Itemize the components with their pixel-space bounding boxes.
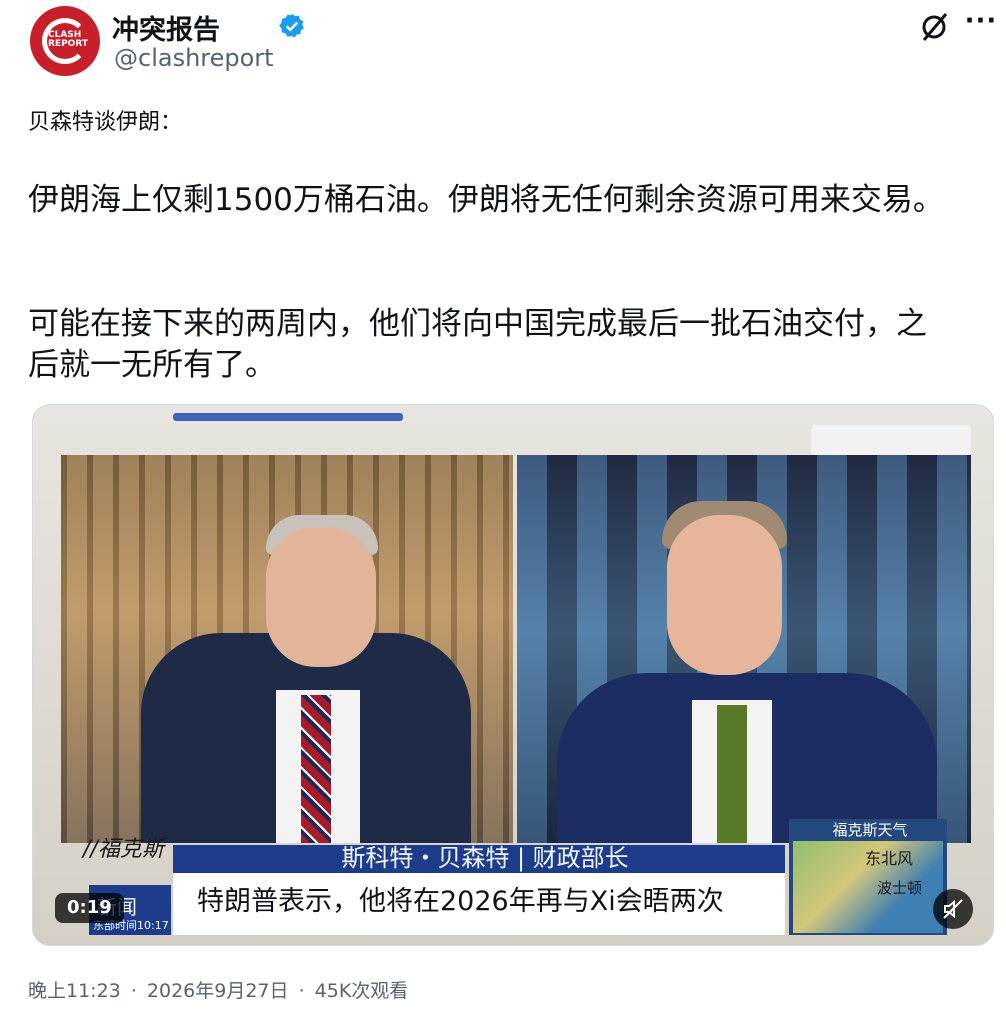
meta-separator: · xyxy=(298,980,305,1002)
verified-badge-icon xyxy=(279,13,304,38)
guest-head xyxy=(667,515,782,675)
weather-title: 福克斯天气 xyxy=(832,821,908,839)
lower-third-title: 斯科特・贝森特 | 财政部长 xyxy=(341,844,629,872)
video-caption: 特朗普表示，他将在2026年再与Xi会晤两次 xyxy=(197,886,724,917)
mute-button[interactable] xyxy=(933,889,973,929)
avatar[interactable]: CLASH REPORT xyxy=(30,6,100,76)
weather-wind: 东北风 xyxy=(865,849,914,868)
top-strip xyxy=(173,413,403,421)
host-head xyxy=(266,527,376,667)
post-date[interactable]: 2026年9月27日 xyxy=(147,980,289,1002)
weather-city: 波士顿 xyxy=(877,879,923,897)
post-paragraph-2: 可能在接下来的两周内，他们将向中国完成最后一批石油交付，之后就一无所有了。 xyxy=(28,306,927,383)
post-header: CLASH REPORT 冲突报告 @clashreport ··· xyxy=(30,6,1006,78)
meta-separator: · xyxy=(130,980,137,1002)
guest-tie xyxy=(717,705,747,843)
post-time[interactable]: 晚上11:23 xyxy=(28,980,121,1002)
post-intro: 贝森特谈伊朗： xyxy=(28,110,183,135)
video-player[interactable]: //福克斯 斯科特・贝森特 | 财政部长 特朗普表示，他将在2026年再与Xi会… xyxy=(32,404,994,946)
more-options-icon[interactable]: ··· xyxy=(964,6,998,40)
post-paragraph-1: 伊朗海上仅剩1500万桶石油。伊朗将无任何剩余资源可用来交易。 xyxy=(28,182,944,218)
right-video-panel xyxy=(517,455,971,843)
video-timer: 0:19 xyxy=(55,893,124,923)
left-video-panel xyxy=(61,455,513,843)
avatar-logo-text: CLASH REPORT xyxy=(48,30,88,49)
grok-icon[interactable] xyxy=(918,10,952,44)
mute-icon xyxy=(943,899,963,919)
author-name[interactable]: 冲突报告 xyxy=(112,8,220,47)
top-right-tag xyxy=(811,425,971,455)
post-meta: 晚上11:23 · 2026年9月27日 · 45K次观看 xyxy=(28,976,412,1003)
post-views: 45K次观看 xyxy=(314,980,409,1002)
network-logo-top: //福克斯 xyxy=(83,837,164,862)
host-tie xyxy=(301,695,331,843)
author-handle[interactable]: @clashreport xyxy=(114,44,274,72)
